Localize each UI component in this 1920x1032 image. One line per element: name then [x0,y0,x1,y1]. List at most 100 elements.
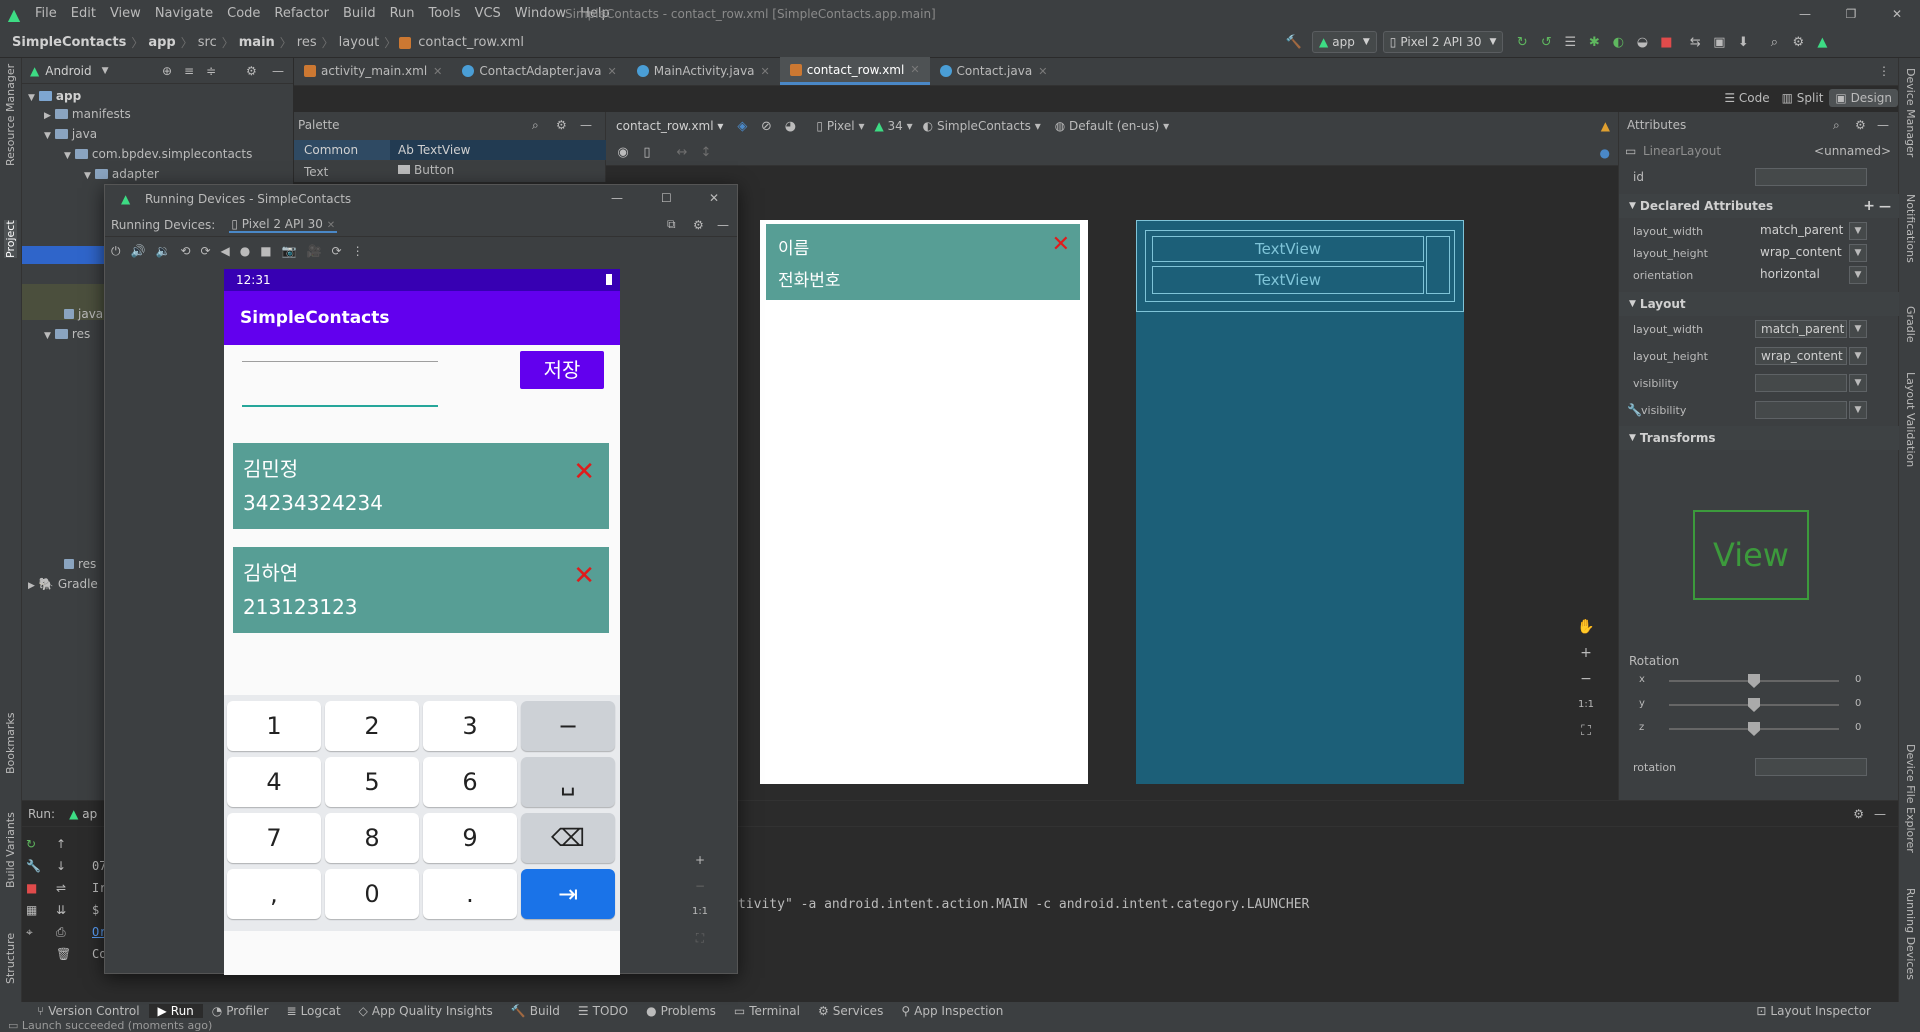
breadcrumb-src[interactable]: src [196,35,219,50]
tool-build[interactable]: 🔨 Build [502,1004,569,1018]
tree-item-manifests[interactable]: ▶ manifests [44,104,131,124]
palette-item-button[interactable]: Button [398,160,454,180]
tool-resource-manager[interactable]: Resource Manager [4,64,17,166]
code-mode-button[interactable]: ☰ Code [1718,89,1775,107]
snapshot-icon[interactable]: ⟳ [332,244,342,258]
scroll-end-icon[interactable]: ⇊ [56,899,74,921]
print-icon[interactable]: ⎙ [56,921,74,943]
attr-value-field[interactable] [1755,401,1847,419]
tool-running-devices[interactable]: Running Devices [1904,888,1917,980]
maximize-icon[interactable]: ☐ [661,191,672,205]
pin-icon[interactable]: ⌖ [26,921,44,943]
attr-value-field[interactable]: wrap_content [1755,347,1847,365]
close-icon[interactable]: ✕ [709,191,719,205]
close-tab-icon[interactable]: ✕ [433,65,442,78]
preview-name-text[interactable]: 이름 [778,234,809,259]
remove-attribute-icon[interactable]: — [1879,199,1891,213]
split-mode-button[interactable]: ▥ Split [1776,89,1830,107]
design-preview[interactable]: 이름 전화번호 ✕ [760,220,1088,784]
key-comma[interactable]: , [227,869,321,919]
breadcrumb-project[interactable]: SimpleContacts [10,35,128,50]
design-surface-icon[interactable]: ◈ [733,117,751,135]
close-tab-icon[interactable]: ✕ [608,65,617,78]
delete-icon[interactable]: ✕ [573,561,595,591]
preview-contact-row[interactable]: 이름 전화번호 ✕ [766,224,1080,300]
hide-panel-icon[interactable]: — [272,64,284,78]
menu-tools[interactable]: Tools [422,0,468,28]
new-tab-icon[interactable]: ⧉ [667,217,676,232]
volume-down-icon[interactable]: 🔉 [155,244,170,258]
more-icon[interactable]: ⋮ [352,244,364,258]
preview-phone-text[interactable]: 전화번호 [778,266,841,291]
tool-layout-validation[interactable]: Layout Validation [1904,372,1917,467]
power-icon[interactable]: ⏻ [111,244,121,259]
slider-thumb[interactable] [1748,698,1760,712]
preview-delete-icon[interactable]: ✕ [1052,232,1070,257]
dropdown-icon[interactable]: ▼ [1849,401,1867,419]
tool-services[interactable]: ⚙ Services [809,1004,892,1018]
key-9[interactable]: 9 [423,813,517,863]
tool-build-variants[interactable]: Build Variants [4,812,17,888]
search-icon[interactable]: ⌕ [1765,33,1783,51]
rotate-left-icon[interactable]: ⟲ [180,244,190,258]
minimize-icon[interactable]: — [611,191,623,205]
back-icon[interactable]: ◀ [221,244,230,258]
close-tab-icon[interactable]: ✕ [327,220,335,231]
tool-todo[interactable]: ☰ TODO [569,1004,637,1018]
blueprint-preview[interactable]: TextView TextView [1136,220,1464,784]
stop-icon[interactable]: ■ [1657,33,1675,51]
tool-notifications[interactable]: Notifications [1904,194,1917,263]
tab-contact-java[interactable]: Contact.java ✕ [930,57,1058,85]
attr-value-field[interactable]: match_parent [1755,320,1847,338]
constraint-icon[interactable]: ▯ [638,144,656,162]
run-config-select[interactable]: ▲ app ▼ [1312,31,1377,53]
delete-icon[interactable]: ✕ [573,457,595,487]
vertical-align-icon[interactable]: ↕ [697,144,715,162]
save-button[interactable]: 저장 [520,351,604,389]
trash-icon[interactable]: 🗑 [56,943,74,965]
zoom-in-icon[interactable]: + [1574,640,1598,666]
close-tab-icon[interactable]: ✕ [761,65,770,78]
layout-icon[interactable]: ▦ [26,899,44,921]
key-period[interactable]: . [423,869,517,919]
zoom-in-icon[interactable]: + [691,847,709,873]
device-preview-select[interactable]: ▯ Pixel ▾ [816,119,864,133]
expand-all-icon[interactable]: ≡ [184,64,194,78]
tool-project[interactable]: Project [4,220,17,258]
contact-card[interactable]: 김하연 213123123 ✕ [233,547,609,633]
close-tab-icon[interactable]: ✕ [1038,65,1047,78]
build-hammer-icon[interactable]: 🔨 [1285,33,1303,51]
key-6[interactable]: 6 [423,757,517,807]
tool-device-manager[interactable]: Device Manager [1904,68,1917,157]
tree-item-gradle[interactable]: ▶ 🐘 Gradle [28,574,98,594]
device-select[interactable]: ▯ Pixel 2 API 30 ▼ [1382,31,1504,53]
zoom-actual-icon[interactable]: 1:1 [1574,692,1598,718]
debug-icon[interactable]: ✱ [1585,33,1603,51]
file-select[interactable]: contact_row.xml ▾ [616,119,723,133]
api-level-select[interactable]: ▲ 34 ▾ [874,119,912,133]
tree-item-res-generated[interactable]: res [64,554,96,574]
dropdown-icon[interactable]: ▼ [1849,374,1867,392]
run-gear-icon[interactable]: ⚙ [1853,807,1864,821]
pan-hand-icon[interactable]: ✋ [1574,614,1598,640]
tab-activity-main[interactable]: activity_main.xml ✕ [294,57,452,85]
phone-input[interactable] [242,405,438,407]
dropdown-icon[interactable]: ▼ [1849,266,1867,284]
blueprint-imageview[interactable] [1426,236,1450,294]
key-8[interactable]: 8 [325,813,419,863]
key-minus[interactable]: − [521,701,615,751]
soft-wrap-icon[interactable]: ⇌ [56,877,74,899]
add-attribute-icon[interactable]: + [1863,198,1875,214]
gemini-icon[interactable]: ▲ [1813,33,1831,51]
dropdown-icon[interactable]: ▼ [1849,244,1867,262]
hide-panel-icon[interactable]: — [1874,807,1886,821]
zoom-actual-icon[interactable]: 1:1 [691,899,709,925]
eye-icon[interactable]: ◉ [614,144,632,162]
tab-contact-row[interactable]: contact_row.xml ✕ [779,57,930,85]
attr-value-field[interactable] [1755,374,1847,392]
menu-file[interactable]: File [28,0,64,28]
sync-icon[interactable]: ⇆ [1686,33,1704,51]
tab-main-activity[interactable]: MainActivity.java ✕ [627,57,780,85]
zoom-out-icon[interactable]: − [691,873,709,899]
apply-changes-icon[interactable]: ↺ [1537,33,1555,51]
